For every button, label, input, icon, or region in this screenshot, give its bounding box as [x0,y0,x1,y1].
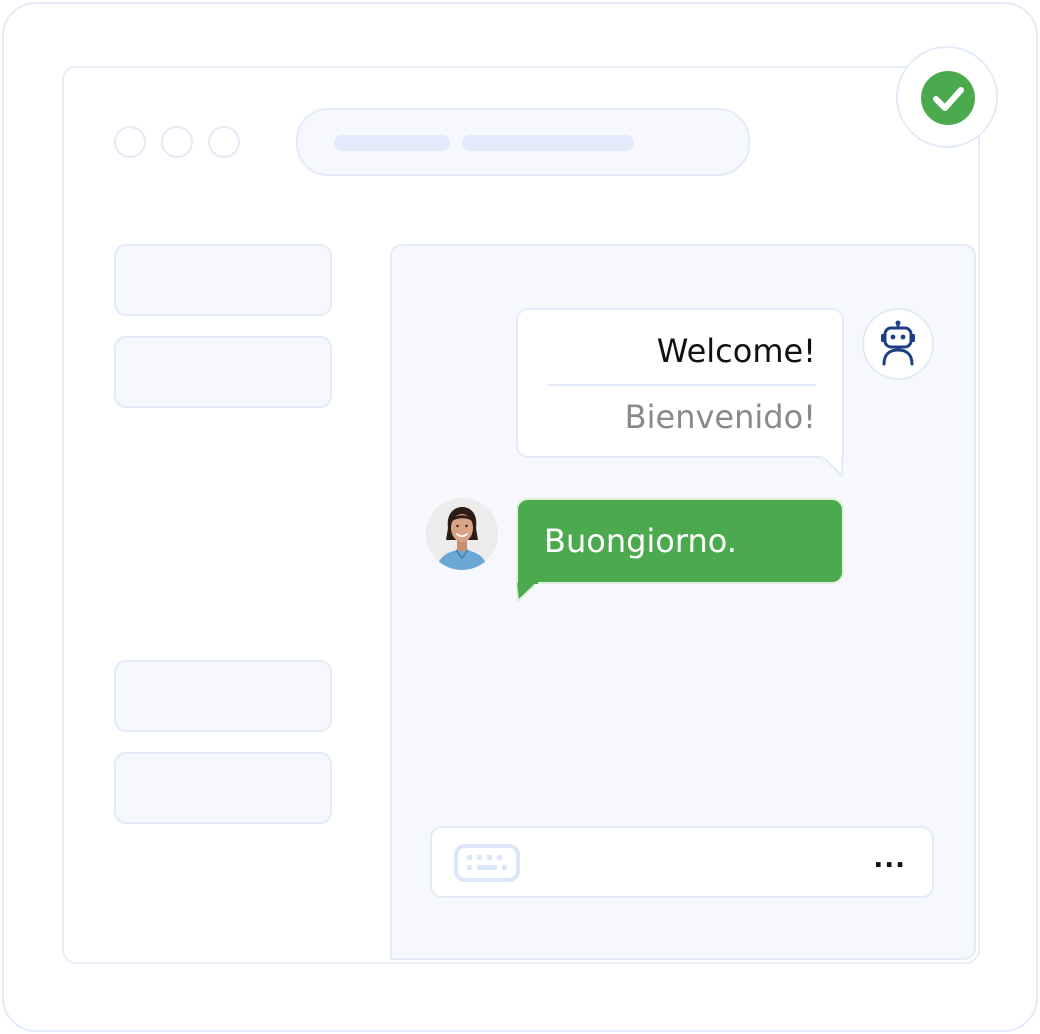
sidebar-item[interactable] [114,336,332,408]
more-options-button[interactable]: ... [873,844,906,874]
sidebar-item[interactable] [114,752,332,824]
window-control-dot[interactable] [208,126,240,158]
address-placeholder-segment [334,135,450,151]
sidebar-item[interactable] [114,660,332,732]
robot-icon [881,320,915,366]
check-circle-icon [921,71,975,125]
bot-message-translation: Bienvenido! [624,398,816,436]
user-message-text: Buongiorno. [544,522,737,560]
bot-message-bubble: Welcome! Bienvenido! [516,308,844,458]
bot-bubble-tail [822,456,843,477]
bot-message-text: Welcome! [656,332,816,370]
status-badge [896,46,998,148]
bot-avatar [862,308,934,380]
window-control-dot[interactable] [114,126,146,158]
message-divider [548,384,816,386]
user-avatar [426,498,498,570]
address-bar[interactable] [296,108,750,176]
address-placeholder-segment [462,135,634,151]
keyboard-icon[interactable] [454,844,520,882]
user-message-bubble: Buongiorno. [516,498,844,584]
window-control-dot[interactable] [161,126,193,158]
user-bubble-tail [516,582,539,602]
sidebar-item[interactable] [114,244,332,316]
message-input[interactable]: ... [430,826,934,898]
